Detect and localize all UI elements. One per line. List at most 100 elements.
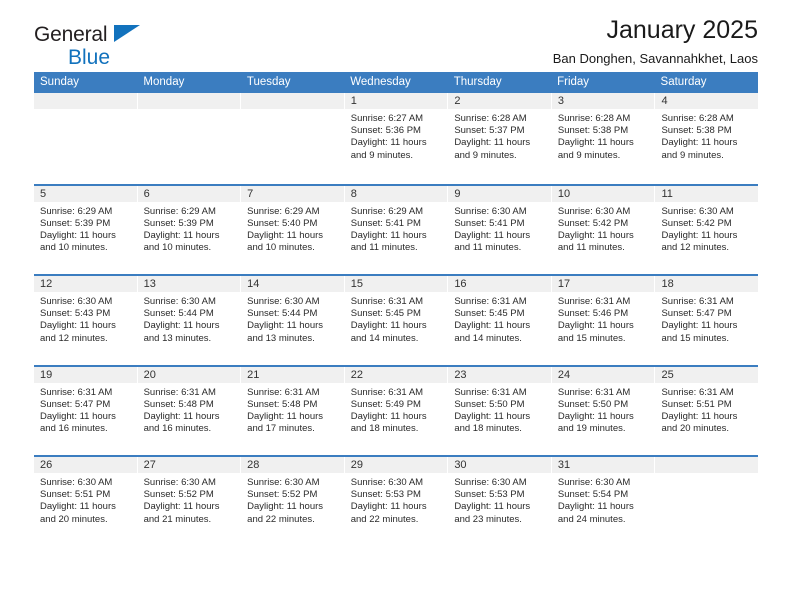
sunset-text: Sunset: 5:49 PM <box>350 398 421 410</box>
calendar-day-cell[interactable]: 25 Sunrise: 6:31 AM Sunset: 5:51 PM Dayligh… <box>655 366 759 456</box>
calendar-day-cell[interactable]: 16 Sunrise: 6:31 AM Sunset: 5:45 PM Dayligh… <box>448 276 552 365</box>
daylight-text-line1: Daylight: 11 hours <box>661 320 738 332</box>
day-sun-info: Sunrise: 6:30 AM Sunset: 5:52 PM Daylight:… <box>241 473 344 526</box>
calendar-day-cell[interactable]: 26 Sunrise: 6:30 AM Sunset: 5:51 PM Dayligh… <box>34 457 138 546</box>
calendar-day-cell[interactable]: 28 Sunrise: 6:30 AM Sunset: 5:52 PM Dayligh… <box>241 457 345 546</box>
calendar-day-cell[interactable]: 6 Sunrise: 6:29 AM Sunset: 5:39 PM Daylight… <box>137 185 242 274</box>
daylight-text-line2: and 19 minutes. <box>557 423 626 435</box>
day-sun-info: Sunrise: 6:29 AM Sunset: 5:40 PM Daylight:… <box>241 202 344 255</box>
calendar-day-cell[interactable]: 20 Sunrise: 6:31 AM Sunset: 5:48 PM Dayligh… <box>137 366 242 455</box>
calendar-day-cell[interactable]: 23 Sunrise: 6:31 AM Sunset: 5:50 PM Dayligh… <box>448 366 552 455</box>
daylight-text-line2: and 15 minutes. <box>557 332 626 344</box>
daylight-text-line2: and 23 minutes. <box>454 513 522 525</box>
daylight-text-line2: and 20 minutes. <box>661 423 730 435</box>
day-sun-info: Sunrise: 6:30 AM Sunset: 5:41 PM Daylight:… <box>448 202 551 255</box>
weekday-header-sunday: Sunday <box>40 76 80 88</box>
sunrise-text: Sunrise: 6:30 AM <box>143 477 216 488</box>
calendar-week-row: 1 Sunrise: 6:27 AM Sunset: 5:36 PM Daylight… <box>34 93 759 184</box>
daylight-text-line2: and 9 minutes. <box>661 149 724 161</box>
daylight-text-line1: Daylight: 11 hours <box>247 501 324 513</box>
sunrise-text: Sunrise: 6:30 AM <box>143 296 216 307</box>
sunset-text: Sunset: 5:52 PM <box>247 489 318 501</box>
daylight-text-line2: and 9 minutes. <box>454 149 517 161</box>
daylight-text-line2: and 12 minutes. <box>40 332 108 344</box>
day-number: 13 <box>137 276 241 292</box>
day-sun-info: Sunrise: 6:31 AM Sunset: 5:46 PM Daylight:… <box>552 292 655 345</box>
calendar-day-cell[interactable]: 2 Sunrise: 6:28 AM Sunset: 5:37 PM Daylight… <box>448 93 552 184</box>
calendar-day-cell[interactable]: 4 Sunrise: 6:28 AM Sunset: 5:38 PM Daylight… <box>655 93 759 184</box>
day-sun-info: Sunrise: 6:30 AM Sunset: 5:53 PM Daylight:… <box>345 473 448 526</box>
daylight-text-line2: and 20 minutes. <box>40 513 108 525</box>
daylight-text-line1: Daylight: 11 hours <box>350 320 427 332</box>
calendar-day-cell[interactable]: 9 Sunrise: 6:30 AM Sunset: 5:41 PM Daylight… <box>448 185 552 274</box>
calendar-day-cell[interactable]: 17 Sunrise: 6:31 AM Sunset: 5:46 PM Dayligh… <box>551 276 656 365</box>
sunset-text: Sunset: 5:47 PM <box>40 398 111 410</box>
sunset-text: Sunset: 5:41 PM <box>454 217 525 229</box>
day-number: 15 <box>344 276 448 292</box>
day-sun-info: Sunrise: 6:28 AM Sunset: 5:37 PM Daylight:… <box>448 109 551 162</box>
sunset-text: Sunset: 5:48 PM <box>143 398 214 410</box>
calendar-day-cell[interactable]: 5 Sunrise: 6:29 AM Sunset: 5:39 PM Daylight… <box>34 185 138 274</box>
calendar-day-cell[interactable]: 18 Sunrise: 6:31 AM Sunset: 5:47 PM Dayligh… <box>655 276 759 365</box>
daylight-text-line2: and 24 minutes. <box>557 513 626 525</box>
calendar-day-cell[interactable]: 30 Sunrise: 6:30 AM Sunset: 5:53 PM Dayligh… <box>448 457 552 546</box>
calendar-week-row: 26 Sunrise: 6:30 AM Sunset: 5:51 PM Dayligh… <box>34 455 759 546</box>
calendar-page: General Blue January 2025 Ban Donghen, S… <box>0 0 792 612</box>
sunrise-text: Sunrise: 6:28 AM <box>454 113 527 124</box>
calendar-week-row: 12 Sunrise: 6:30 AM Sunset: 5:43 PM Dayligh… <box>34 274 759 365</box>
day-sun-info: Sunrise: 6:31 AM Sunset: 5:50 PM Daylight:… <box>448 383 551 436</box>
day-number: 11 <box>655 185 759 202</box>
daylight-text-line2: and 13 minutes. <box>143 332 212 344</box>
day-number: 24 <box>551 366 655 383</box>
calendar-day-cell[interactable]: 8 Sunrise: 6:29 AM Sunset: 5:41 PM Daylight… <box>344 185 449 274</box>
weekday-header-row: Sunday Monday Tuesday Wednesday Thursday Frid… <box>34 72 758 93</box>
sunset-text: Sunset: 5:42 PM <box>557 217 629 229</box>
brand-logo-blue-text: Blue <box>68 46 111 69</box>
daylight-text-line1: Daylight: 11 hours <box>454 320 531 332</box>
calendar-day-cell[interactable]: 21 Sunrise: 6:31 AM Sunset: 5:48 PM Dayligh… <box>241 366 345 455</box>
day-number <box>137 93 241 109</box>
daylight-text-line1: Daylight: 11 hours <box>454 501 531 513</box>
sunrise-text: Sunrise: 6:30 AM <box>350 477 424 488</box>
sunrise-text: Sunrise: 6:31 AM <box>40 386 113 398</box>
calendar-day-cell[interactable]: 1 Sunrise: 6:27 AM Sunset: 5:36 PM Daylight… <box>344 93 449 184</box>
day-number: 26 <box>34 457 137 473</box>
day-number: 4 <box>655 93 759 109</box>
sunset-text: Sunset: 5:38 PM <box>661 125 732 137</box>
sunrise-text: Sunrise: 6:30 AM <box>557 205 631 217</box>
day-sun-info: Sunrise: 6:28 AM Sunset: 5:38 PM Daylight:… <box>552 109 655 162</box>
weekday-header-saturday: Saturday <box>660 76 707 88</box>
day-sun-info: Sunrise: 6:30 AM Sunset: 5:51 PM Daylight:… <box>34 473 137 526</box>
calendar-day-cell[interactable]: 29 Sunrise: 6:30 AM Sunset: 5:53 PM Dayligh… <box>344 457 449 546</box>
sunset-text: Sunset: 5:50 PM <box>454 398 525 410</box>
day-number: 8 <box>344 185 448 202</box>
day-sun-info: Sunrise: 6:30 AM Sunset: 5:42 PM Daylight:… <box>552 202 655 255</box>
calendar-day-cell[interactable]: 22 Sunrise: 6:31 AM Sunset: 5:49 PM Dayligh… <box>344 366 449 455</box>
daylight-text-line1: Daylight: 11 hours <box>454 229 531 241</box>
calendar-day-cell[interactable]: 10 Sunrise: 6:30 AM Sunset: 5:42 PM Dayligh… <box>551 185 656 274</box>
calendar-day-cell[interactable]: 15 Sunrise: 6:31 AM Sunset: 5:45 PM Dayligh… <box>344 276 449 365</box>
day-number: 18 <box>655 276 759 292</box>
sunset-text: Sunset: 5:38 PM <box>557 125 629 137</box>
calendar-day-cell[interactable]: 7 Sunrise: 6:29 AM Sunset: 5:40 PM Daylight… <box>241 185 345 274</box>
day-sun-info: Sunrise: 6:29 AM Sunset: 5:39 PM Daylight:… <box>138 202 241 255</box>
calendar-day-cell[interactable]: 12 Sunrise: 6:30 AM Sunset: 5:43 PM Dayligh… <box>34 276 138 365</box>
calendar-day-cell[interactable]: 19 Sunrise: 6:31 AM Sunset: 5:47 PM Dayligh… <box>34 366 138 455</box>
calendar-day-cell[interactable]: 14 Sunrise: 6:30 AM Sunset: 5:44 PM Dayligh… <box>241 276 345 365</box>
sunrise-text: Sunrise: 6:29 AM <box>143 205 216 217</box>
calendar-day-cell[interactable]: 27 Sunrise: 6:30 AM Sunset: 5:52 PM Dayligh… <box>137 457 242 546</box>
daylight-text-line2: and 15 minutes. <box>661 332 730 344</box>
day-number: 17 <box>551 276 655 292</box>
calendar-day-cell[interactable]: 24 Sunrise: 6:31 AM Sunset: 5:50 PM Dayligh… <box>551 366 656 455</box>
day-number <box>241 93 344 109</box>
day-number: 31 <box>551 457 655 473</box>
calendar-day-cell[interactable]: 13 Sunrise: 6:30 AM Sunset: 5:44 PM Dayligh… <box>137 276 242 365</box>
sunset-text: Sunset: 5:43 PM <box>40 308 111 320</box>
day-sun-info: Sunrise: 6:27 AM Sunset: 5:36 PM Daylight:… <box>345 109 448 162</box>
calendar-day-cell[interactable]: 31 Sunrise: 6:30 AM Sunset: 5:54 PM Dayligh… <box>551 457 656 546</box>
page-header: General Blue January 2025 Ban Donghen, S… <box>34 0 758 72</box>
sunset-text: Sunset: 5:52 PM <box>143 489 214 501</box>
calendar-day-cell[interactable]: 11 Sunrise: 6:30 AM Sunset: 5:42 PM Dayligh… <box>655 185 759 275</box>
calendar-day-cell[interactable]: 3 Sunrise: 6:28 AM Sunset: 5:38 PM Daylight… <box>551 93 656 184</box>
day-number: 14 <box>241 276 344 292</box>
